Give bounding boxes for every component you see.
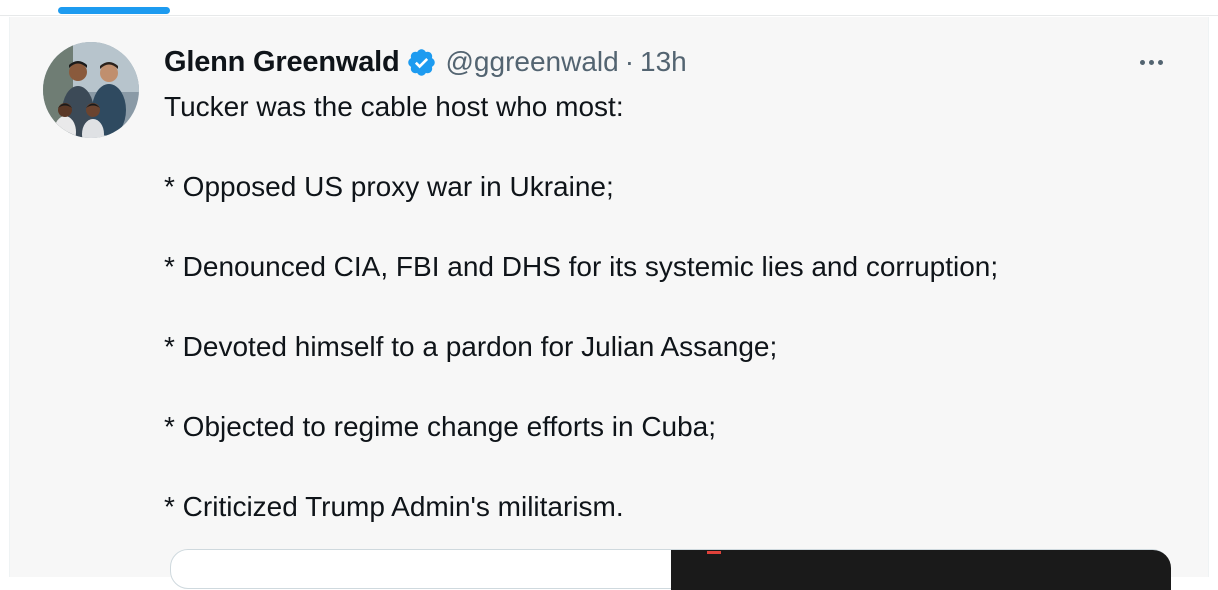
active-tab-indicator [58, 7, 170, 14]
separator-dot: · [624, 46, 635, 77]
tweet-text-line: * Denounced CIA, FBI and DHS for its sys… [164, 251, 999, 282]
tweet[interactable]: Glenn Greenwald @ggreenwald · 13h Tucker… [9, 17, 1209, 590]
display-name[interactable]: Glenn Greenwald [164, 46, 400, 79]
timestamp[interactable]: 13h [640, 46, 687, 78]
media-card-detail [707, 551, 721, 554]
tweet-text-line: * Criticized Trump Admin's militarism. [164, 491, 624, 522]
more-horizontal-icon[interactable] [1132, 47, 1170, 77]
tweet-text-line: Tucker was the cable host who most: [164, 91, 624, 122]
verified-badge-icon[interactable] [406, 47, 437, 78]
tab-strip [0, 0, 1218, 16]
media-card[interactable] [170, 549, 1171, 590]
tweet-text-line: * Opposed US proxy war in Ukraine; [164, 171, 614, 202]
tweet-text: Tucker was the cable host who most: * Op… [164, 87, 1184, 527]
tweet-header: Glenn Greenwald @ggreenwald · 13h [164, 44, 687, 80]
media-card-image [671, 550, 1171, 590]
tweet-text-line: * Objected to regime change efforts in C… [164, 411, 717, 442]
avatar[interactable] [43, 42, 139, 138]
avatar-photo [43, 42, 139, 138]
handle[interactable]: @ggreenwald [446, 46, 619, 78]
tweet-text-line: * Devoted himself to a pardon for Julian… [164, 331, 778, 362]
